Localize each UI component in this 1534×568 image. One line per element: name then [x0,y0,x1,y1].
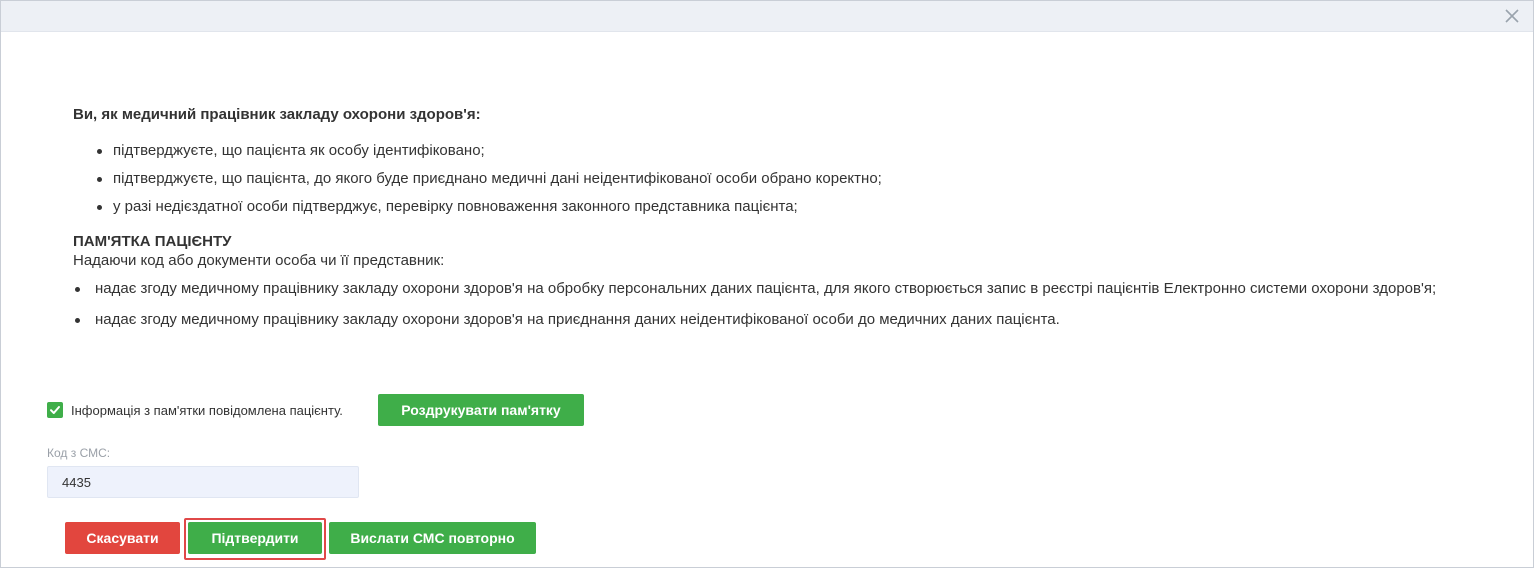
memo-title: ПАМ'ЯТКА ПАЦІЄНТУ [73,233,232,250]
close-button[interactable] [1503,7,1521,25]
dialog-content: Ви, як медичний працівник закладу охорон… [73,105,1453,342]
identification-dialog: Ви, як медичний працівник закладу охорон… [0,0,1534,568]
close-icon [1505,9,1519,23]
print-memo-button[interactable]: Роздрукувати пам'ятку [378,394,584,426]
cancel-button[interactable]: Скасувати [65,522,180,554]
checkmark-icon [50,406,60,414]
sms-code-label: Код з СМС: [47,446,111,460]
intro-title: Ви, як медичний працівник закладу охорон… [73,106,481,123]
confirm-item: підтверджуєте, що пацієнта як особу іден… [95,141,1453,161]
dialog-header [1,1,1533,32]
confirm-list: підтверджуєте, що пацієнта як особу іден… [73,141,1453,217]
confirm-item: у разі недієздатної особи підтверджує, п… [95,197,1453,217]
acknowledge-row: Інформація з пам'ятки повідомлена пацієн… [47,394,343,426]
memo-list: надає згоду медичному працівнику закладу… [73,280,1453,329]
confirm-button[interactable]: Підтвердити [188,522,322,554]
acknowledge-checkbox[interactable] [47,402,63,418]
memo-item: надає згоду медичному працівнику закладу… [73,311,1453,329]
sms-code-input[interactable] [47,466,359,498]
memo-item: надає згоду медичному працівнику закладу… [73,280,1453,298]
memo-intro: Надаючи код або документи особа чи її пр… [73,252,445,269]
resend-sms-button[interactable]: Вислати СМС повторно [329,522,536,554]
acknowledge-label: Інформація з пам'ятки повідомлена пацієн… [71,402,343,418]
confirm-item: підтверджуєте, що пацієнта, до якого буд… [95,169,1453,189]
